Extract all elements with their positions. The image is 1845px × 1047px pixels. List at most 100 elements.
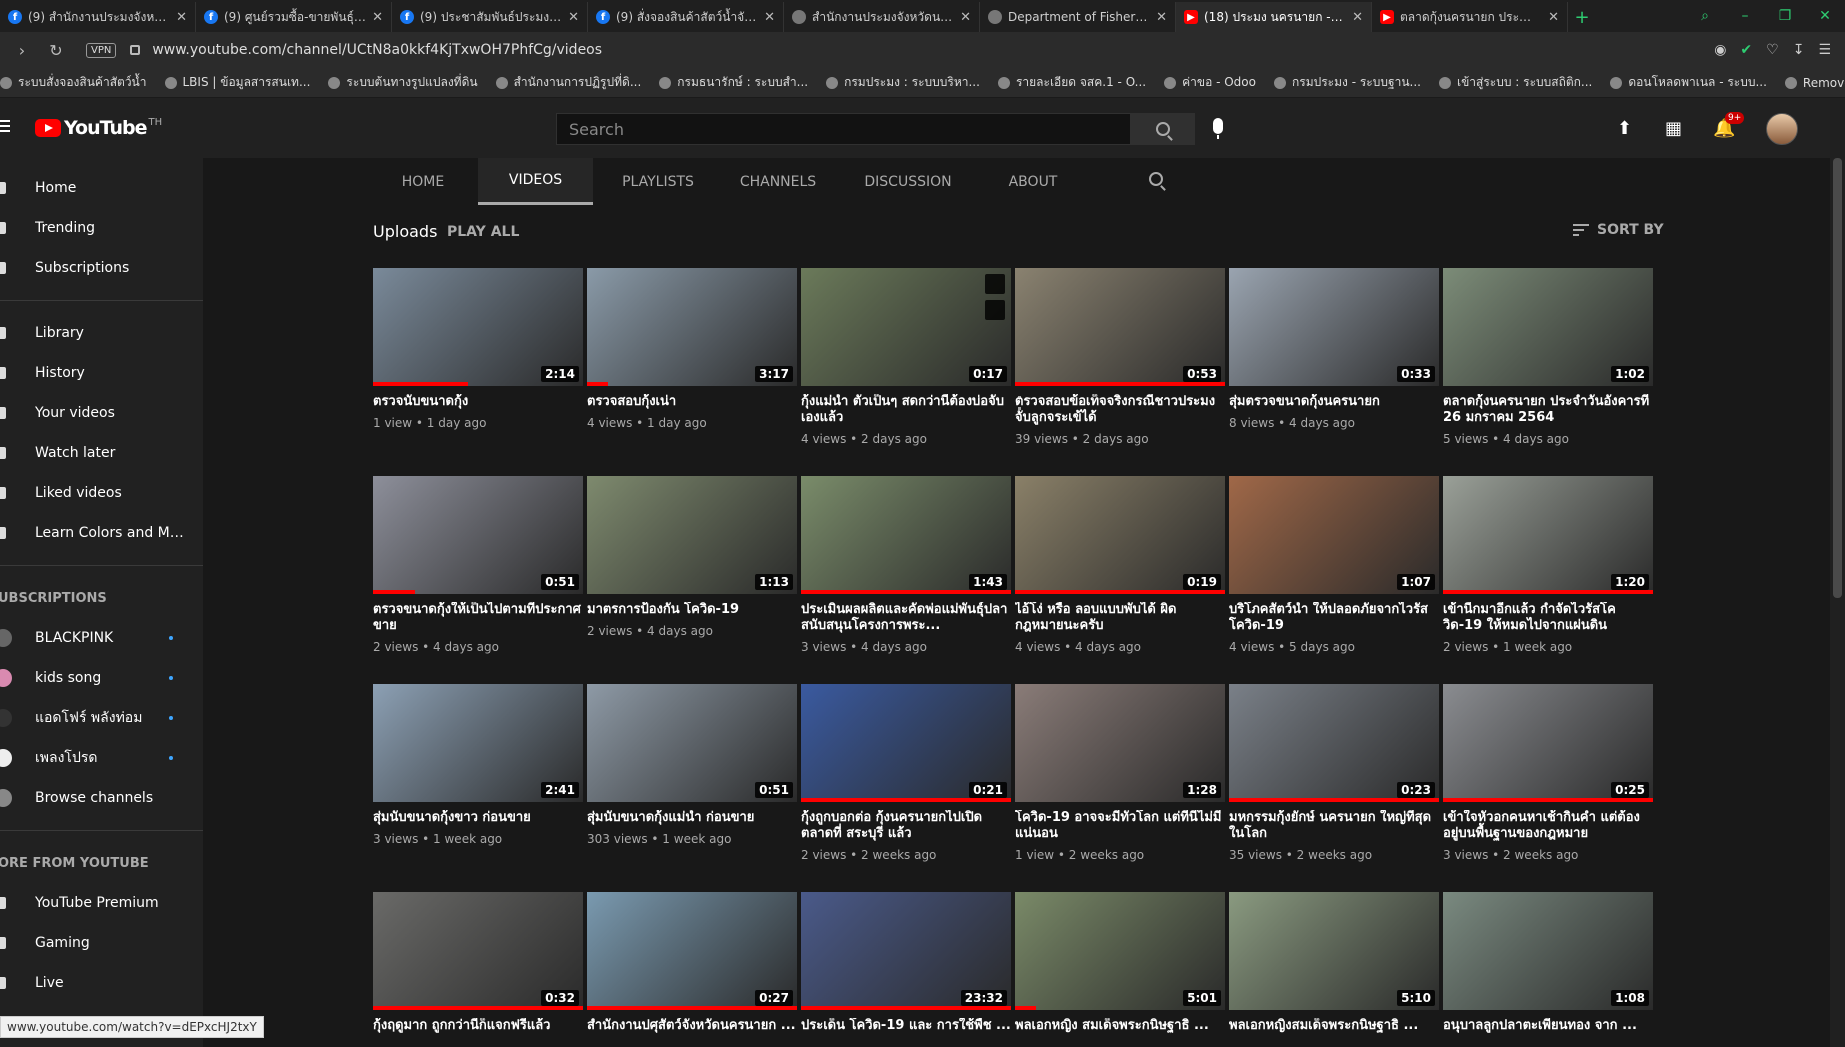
video-card[interactable]: 23:32 ประเด็น โควิด-19 และ การใช้พืช ... [801, 892, 1011, 1040]
video-thumbnail[interactable]: 0:23 [1229, 684, 1439, 802]
bookmark-item[interactable]: ค่าขอ - Odoo [1164, 73, 1256, 92]
video-title[interactable]: ตลาดกุ้งนครนายก ประจำวันอังคารที่ 26 มกร… [1443, 394, 1653, 426]
microphone-icon[interactable] [1213, 118, 1223, 139]
video-card[interactable]: 1:43 ประเมินผลผลิตและคัดพ่อแม่พันธุ์ปลาสน… [801, 476, 1011, 654]
video-thumbnail[interactable]: 0:17 [801, 268, 1011, 386]
apps-icon[interactable]: ▦ [1665, 118, 1682, 139]
restore-icon[interactable]: ❐ [1765, 8, 1805, 24]
close-tab-icon[interactable]: ✕ [764, 10, 775, 25]
watch-later-icon[interactable] [985, 274, 1005, 294]
sidebar-item-subscription[interactable]: kids song [0, 658, 203, 698]
camera-icon[interactable]: ◉ [1714, 42, 1726, 58]
video-title[interactable]: ตรวจขนาดกุ้งให้เป็นไปตามที่ประกาศขาย [373, 602, 583, 634]
channel-tab[interactable]: DISCUSSION [853, 158, 963, 205]
video-thumbnail[interactable]: 1:13 [587, 476, 797, 594]
video-title[interactable]: มาตรการป้องกัน โควิด-19 [587, 602, 797, 618]
video-thumbnail[interactable]: 0:33 [1229, 268, 1439, 386]
bookmark-item[interactable]: ดอนโหลดพาเนล - ระบบ... [1610, 73, 1767, 92]
bookmark-item[interactable]: กรมธนารักษ์ : ระบบสำ... [659, 73, 808, 92]
video-thumbnail[interactable]: 2:14 [373, 268, 583, 386]
close-tab-icon[interactable]: ✕ [1548, 10, 1559, 25]
upload-icon[interactable]: ⬆ [1617, 118, 1632, 139]
browser-tab[interactable]: Department of Fisheries | ก ✕ [980, 2, 1176, 32]
close-tab-icon[interactable]: ✕ [1352, 10, 1363, 25]
close-tab-icon[interactable]: ✕ [960, 10, 971, 25]
sidebar-item-library[interactable]: Library [0, 313, 203, 353]
video-card[interactable]: 1:08 อนุบาลลูกปลาตะเพียนทอง จาก ... [1443, 892, 1653, 1040]
search-icon[interactable]: ⌕ [1685, 8, 1725, 24]
sort-by-button[interactable]: SORT BY [1573, 222, 1664, 238]
add-to-queue-icon[interactable] [985, 300, 1005, 320]
search-input[interactable]: Search [556, 113, 1131, 145]
sidebar-item-subscription[interactable]: Browse channels [0, 778, 203, 818]
video-card[interactable]: 1:20 เข้านี้กมาอีกแล้ว กำจัดไวรัสโควิด-19… [1443, 476, 1653, 654]
video-card[interactable]: 3:17 ตรวจสอบกุ้งเน่า 4 views • 1 day ago [587, 268, 797, 430]
sidebar-item-more[interactable]: Live [0, 963, 203, 1003]
video-title[interactable]: พลเอกหญิง สมเด็จพระกนิษฐาธิ ... [1015, 1018, 1225, 1034]
bookmark-item[interactable]: LBIS | ข้อมูลสารสนเท... [164, 73, 310, 92]
video-title[interactable]: สุ่มนับขนาดกุ้งขาว ก่อนขาย [373, 810, 583, 826]
channel-tab[interactable]: ABOUT [993, 158, 1073, 205]
video-title[interactable]: ประเด็น โควิด-19 และ การใช้พืช ... [801, 1018, 1011, 1034]
sidebar-item-library[interactable]: Learn Colors and Mu... [0, 513, 203, 553]
channel-tab[interactable]: CHANNELS [728, 158, 828, 205]
bookmark-item[interactable]: กรมประมง - ระบบฐาน... [1273, 73, 1421, 92]
sidebar-item-more[interactable]: YouTube Premium [0, 883, 203, 923]
video-card[interactable]: 0:53 ตรวจสอบข้อเท็จจริงกรณีชาวประมงจับลูก… [1015, 268, 1225, 446]
video-thumbnail[interactable]: 0:53 [1015, 268, 1225, 386]
sidebar-item-library[interactable]: Liked videos [0, 473, 203, 513]
play-all-button[interactable]: PLAY ALL [447, 224, 519, 240]
sidebar-item-main[interactable]: Trending [0, 208, 203, 248]
video-title[interactable]: พลเอกหญิงสมเด็จพระกนิษฐาธิ ... [1229, 1018, 1439, 1034]
video-title[interactable]: กุ้งถูกบอกต่อ กุ้งนครนายกไปเปิดตลาดที่ ส… [801, 810, 1011, 842]
bookmark-item[interactable]: สำนักงานการปฏิรูปที่ดิ... [495, 73, 641, 92]
youtube-logo[interactable]: YouTube TH [35, 117, 162, 139]
video-title[interactable]: สุ่มตรวจขนาดกุ้งนครนายก [1229, 394, 1439, 410]
bookmark-item[interactable]: ระบบต้นทางรูปแปลงที่ดิน [328, 73, 478, 92]
video-thumbnail[interactable]: 1:08 [1443, 892, 1653, 1010]
sidebar-item-more[interactable]: Gaming [0, 923, 203, 963]
heart-icon[interactable]: ♡ [1766, 42, 1779, 58]
menu-icon[interactable]: ☰ [1818, 42, 1831, 58]
video-thumbnail[interactable]: 23:32 [801, 892, 1011, 1010]
reload-icon[interactable]: ↻ [44, 41, 68, 60]
forward-icon[interactable]: › [10, 41, 34, 60]
video-card[interactable]: 0:32 กุ้งฤดูมาก ถูกกว่านี้ก็แจกฟรีแล้ว [373, 892, 583, 1040]
close-window-icon[interactable]: ✕ [1805, 8, 1845, 24]
channel-search-button[interactable] [1149, 172, 1163, 186]
browser-tab[interactable]: f (9) สำนักงานประมงจังหวัดนครนายก ✕ [0, 2, 196, 32]
video-card[interactable]: 2:14 ตรวจนับขนาดกุ้ง 1 view • 1 day ago [373, 268, 583, 430]
bookmark-item[interactable]: เข้าสู่ระบบ : ระบบสถิติก... [1438, 73, 1592, 92]
bookmark-item[interactable]: Remove Background... [1784, 76, 1845, 90]
video-title[interactable]: เข้าใจหัวอกคนหาเช้ากินค่ำ แต่ต้องอยู่บนพ… [1443, 810, 1653, 842]
video-thumbnail[interactable]: 1:07 [1229, 476, 1439, 594]
video-title[interactable]: ตรวจนับขนาดกุ้ง [373, 394, 583, 410]
sidebar-item-library[interactable]: History [0, 353, 203, 393]
close-tab-icon[interactable]: ✕ [1156, 10, 1167, 25]
video-thumbnail[interactable]: 0:19 [1015, 476, 1225, 594]
close-tab-icon[interactable]: ✕ [568, 10, 579, 25]
hamburger-icon[interactable] [0, 120, 10, 132]
video-card[interactable]: 5:01 พลเอกหญิง สมเด็จพระกนิษฐาธิ ... [1015, 892, 1225, 1040]
browser-tab[interactable]: ▶ (18) ประมง นครนายก - YouTube ✕ [1176, 2, 1372, 32]
video-thumbnail[interactable]: 0:21 [801, 684, 1011, 802]
channel-tab[interactable]: PLAYLISTS [608, 158, 708, 205]
bookmark-item[interactable]: กรมประมง : ระบบบริหา... [826, 73, 980, 92]
video-card[interactable]: 2:41 สุ่มนับขนาดกุ้งขาว ก่อนขาย 3 views • … [373, 684, 583, 846]
video-thumbnail[interactable]: 0:51 [373, 476, 583, 594]
scrollbar-thumb[interactable] [1833, 158, 1842, 598]
sidebar-item-main[interactable]: Subscriptions [0, 248, 203, 288]
video-title[interactable]: ตรวจสอบข้อเท็จจริงกรณีชาวประมงจับลูกจระเ… [1015, 394, 1225, 426]
video-title[interactable]: ตรวจสอบกุ้งเน่า [587, 394, 797, 410]
video-thumbnail[interactable]: 5:10 [1229, 892, 1439, 1010]
scrollbar[interactable] [1830, 98, 1845, 1047]
video-title[interactable]: สำนักงานปศุสัตว์จังหวัดนครนายก ... [587, 1018, 797, 1034]
video-card[interactable]: 5:10 พลเอกหญิงสมเด็จพระกนิษฐาธิ ... [1229, 892, 1439, 1040]
new-tab-button[interactable]: + [1568, 2, 1596, 32]
video-card[interactable]: 1:28 โควิด-19 อาจจะมีทั่วโลก แต่ที่นี่ไม่… [1015, 684, 1225, 862]
video-thumbnail[interactable]: 1:02 [1443, 268, 1653, 386]
browser-tab[interactable]: f (9) ศูนย์รวมซื้อ-ขายพันธุ์สัตว์น้ำ ✕ [196, 2, 392, 32]
video-card[interactable]: 0:51 ตรวจขนาดกุ้งให้เป็นไปตามที่ประกาศขาย… [373, 476, 583, 654]
bookmark-item[interactable]: ระบบสั่งจองสินค้าสัตว์น้ำ [0, 73, 147, 92]
video-title[interactable]: เข้านี้กมาอีกแล้ว กำจัดไวรัสโควิด-19 ให้… [1443, 602, 1653, 634]
